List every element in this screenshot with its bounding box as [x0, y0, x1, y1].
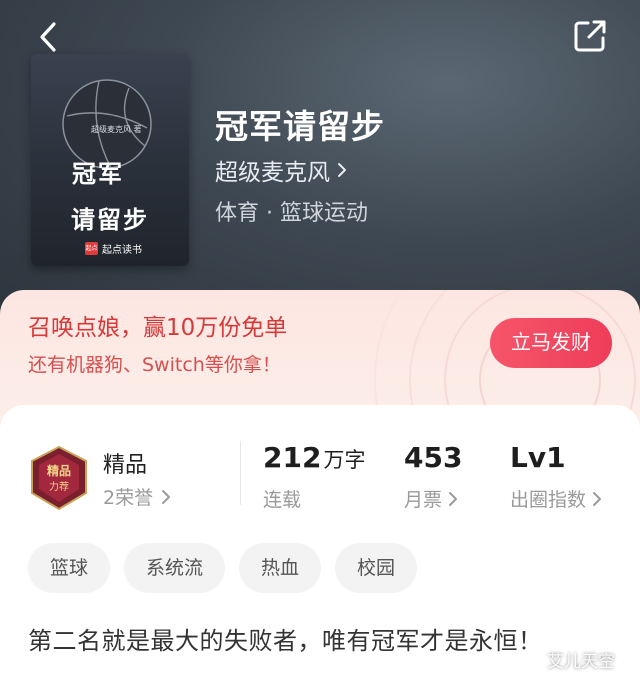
monthly-votes-caption: 月票 — [404, 489, 443, 511]
chevron-right-icon — [593, 491, 602, 506]
tag-list: 篮球 系统流 热血 校园 — [28, 543, 418, 593]
breakout-index-value: Lv1 — [510, 441, 566, 474]
tag-hot-blood[interactable]: 热血 — [239, 543, 322, 593]
share-button[interactable] — [570, 16, 610, 56]
cover-title-line1: 冠军 — [72, 159, 124, 188]
watermark: 艾儿天空 — [547, 652, 615, 672]
chevron-right-icon — [162, 489, 171, 504]
monthly-votes-link[interactable]: 月票 — [404, 485, 458, 512]
chevron-left-icon — [40, 22, 56, 52]
author-link[interactable]: 超级麦克风 — [215, 153, 348, 187]
cover-author: 超级麦克风 著 — [91, 125, 142, 134]
badge-text-1: 精品 — [47, 463, 71, 478]
tag-system[interactable]: 系统流 — [124, 543, 226, 593]
get-rich-button[interactable]: 立马发财 — [490, 318, 612, 368]
book-genre: 体育 · 篮球运动 — [215, 201, 368, 226]
promo-title: 召唤点娘，赢10万份免单 — [28, 315, 288, 341]
breakout-index: Lv1 — [510, 441, 566, 474]
tag-campus[interactable]: 校园 — [335, 543, 418, 593]
honors-link[interactable]: 2荣誉 — [103, 483, 171, 510]
breakout-index-caption: 出圈指数 — [510, 489, 587, 511]
word-count-unit: 万字 — [323, 448, 366, 472]
book-info-card: 精品 力荐 精品 2荣誉 212 万字 连载 453 月票 Lv1 出圈指数 篮… — [0, 405, 640, 683]
honors-count: 2荣誉 — [103, 487, 154, 509]
chevron-right-icon — [338, 163, 346, 177]
badge-text-2: 力荐 — [49, 480, 69, 493]
cover-brand: 起点 起点读书 — [85, 241, 142, 256]
word-count: 212 万字 — [263, 441, 365, 474]
book-tagline: 第二名就是最大的失败者，唯有冠军才是永恒！ — [28, 627, 543, 655]
monthly-votes-value: 453 — [404, 441, 463, 474]
qidian-logo-icon: 起点 — [85, 242, 98, 255]
book-title: 冠军请留步 — [215, 107, 385, 146]
book-header: 超级麦克风 著 冠军 请留步 起点 起点读书 冠军请留步 超级麦克风 体育 · … — [0, 0, 640, 330]
book-cover[interactable]: 超级麦克风 著 冠军 请留步 起点 起点读书 — [31, 54, 189, 266]
cover-title-line2: 请留步 — [71, 205, 149, 234]
tag-basketball[interactable]: 篮球 — [28, 543, 111, 593]
quality-label: 精品 — [103, 453, 148, 478]
breakout-index-link[interactable]: 出圈指数 — [510, 485, 602, 512]
cover-brand-label: 起点读书 — [102, 245, 142, 256]
author-name: 超级麦克风 — [215, 160, 330, 186]
monthly-votes: 453 — [404, 441, 462, 474]
status-caption: 连载 — [263, 489, 302, 511]
share-icon — [574, 20, 606, 52]
word-count-value: 212 — [263, 441, 322, 474]
chevron-right-icon — [449, 491, 458, 506]
premium-badge-icon: 精品 力荐 — [31, 445, 87, 511]
promo-subtitle: 还有机器狗、Switch等你拿！ — [28, 354, 281, 376]
back-button[interactable] — [30, 18, 70, 58]
stats-divider — [240, 441, 241, 505]
